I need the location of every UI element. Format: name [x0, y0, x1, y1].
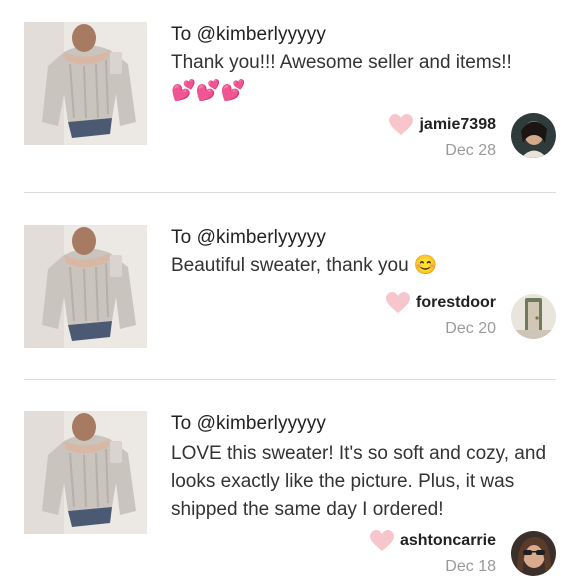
divider: [24, 192, 556, 193]
review-recipient[interactable]: To @kimberlyyyyy: [171, 227, 326, 249]
product-thumbnail[interactable]: [24, 225, 147, 348]
review-message: Beautiful sweater, thank you 😊: [171, 255, 438, 276]
avatar[interactable]: [511, 531, 556, 576]
review-recipient[interactable]: To @kimberlyyyyy: [171, 24, 326, 46]
reviewer-username[interactable]: jamie7398: [419, 116, 496, 134]
avatar[interactable]: [511, 294, 556, 339]
heart-icon[interactable]: [386, 292, 410, 314]
review-date: Dec 20: [445, 320, 496, 337]
reviewer-username[interactable]: forestdoor: [416, 294, 496, 312]
review-author-block: forestdoor Dec 20: [386, 292, 496, 338]
review-recipient[interactable]: To @kimberlyyyyy: [171, 413, 326, 435]
review-emoji: 💕💕💕: [171, 80, 246, 102]
review-message: LOVE this sweater! It's so soft and cozy…: [171, 443, 547, 520]
review-author-block: ashtoncarrie Dec 18: [369, 530, 496, 576]
heart-icon[interactable]: [369, 530, 394, 552]
review-date: Dec 28: [445, 142, 496, 159]
avatar[interactable]: [511, 113, 556, 158]
product-thumbnail[interactable]: [24, 411, 147, 534]
review-author-block: jamie7398 Dec 28: [389, 114, 496, 160]
reviewer-username[interactable]: ashtoncarrie: [400, 532, 496, 550]
heart-icon[interactable]: [389, 114, 414, 136]
product-thumbnail[interactable]: [24, 22, 147, 145]
review-message: Thank you!!! Awesome seller and items!!: [171, 52, 512, 73]
divider: [24, 379, 556, 380]
review-date: Dec 18: [445, 558, 496, 575]
